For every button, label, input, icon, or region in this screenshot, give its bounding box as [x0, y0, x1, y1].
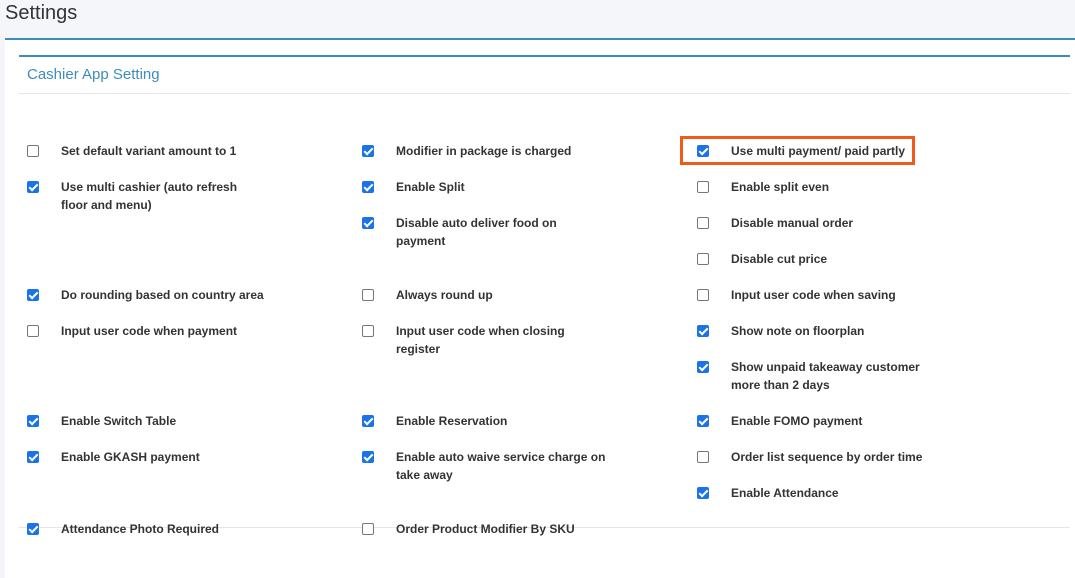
- checkbox-checked[interactable]: [362, 217, 374, 229]
- checkbox-unchecked[interactable]: [697, 181, 709, 193]
- checkbox-checked[interactable]: [697, 361, 709, 373]
- option-input-user-code-closing-register[interactable]: Input user code when closing register: [362, 322, 592, 358]
- option-always-round-up[interactable]: Always round up: [362, 286, 662, 304]
- section-title: Cashier App Setting: [27, 66, 160, 83]
- option-label: Attendance Photo Required: [61, 522, 220, 536]
- option-label: Order list sequence by order time: [731, 450, 923, 464]
- option-enable-split[interactable]: Enable Split: [362, 178, 662, 196]
- option-modifier-in-package-charged[interactable]: Modifier in package is charged: [362, 142, 662, 160]
- option-label: Show unpaid takeaway customer more than …: [731, 360, 920, 392]
- option-label: Enable auto waive service charge on take…: [396, 450, 606, 482]
- option-disable-cut-price[interactable]: Disable cut price: [697, 250, 997, 268]
- checkbox-unchecked[interactable]: [27, 145, 39, 157]
- option-label: Do rounding based on country area: [61, 288, 264, 302]
- option-label: Order Product Modifier By SKU: [396, 522, 575, 536]
- checkbox-unchecked[interactable]: [362, 325, 374, 337]
- option-input-user-code-saving[interactable]: Input user code when saving: [697, 286, 997, 304]
- option-label: Input user code when saving: [731, 288, 896, 302]
- checkbox-unchecked[interactable]: [697, 451, 709, 463]
- checkbox-checked[interactable]: [27, 181, 39, 193]
- option-label: Enable split even: [731, 180, 830, 194]
- option-label: Enable Switch Table: [61, 414, 177, 428]
- checkbox-unchecked[interactable]: [697, 217, 709, 229]
- checkbox-checked[interactable]: [27, 415, 39, 427]
- option-label: Input user code when payment: [61, 324, 238, 338]
- option-label: Show note on floorplan: [731, 324, 865, 338]
- option-label: Enable Reservation: [396, 414, 508, 428]
- option-use-multi-cashier[interactable]: Use multi cashier (auto refresh floor an…: [27, 178, 257, 214]
- option-label: Enable GKASH payment: [61, 450, 200, 464]
- checkbox-checked[interactable]: [697, 487, 709, 499]
- option-label: Disable manual order: [731, 216, 854, 230]
- checkbox-checked[interactable]: [27, 451, 39, 463]
- checkbox-checked[interactable]: [27, 523, 39, 535]
- option-label: Always round up: [396, 288, 493, 302]
- option-enable-attendance[interactable]: Enable Attendance: [697, 484, 997, 502]
- option-label: Enable FOMO payment: [731, 414, 863, 428]
- option-show-note-floorplan[interactable]: Show note on floorplan: [697, 322, 997, 340]
- checkbox-checked[interactable]: [27, 289, 39, 301]
- highlight-box: [680, 136, 915, 165]
- option-label: Set default variant amount to 1: [61, 144, 237, 158]
- checkbox-unchecked[interactable]: [697, 253, 709, 265]
- checkbox-unchecked[interactable]: [27, 325, 39, 337]
- option-input-user-code-payment[interactable]: Input user code when payment: [27, 322, 327, 340]
- option-disable-auto-deliver-food[interactable]: Disable auto deliver food on payment: [362, 214, 592, 250]
- option-label: Disable auto deliver food on payment: [396, 216, 557, 248]
- checkbox-unchecked[interactable]: [362, 289, 374, 301]
- option-order-list-sequence[interactable]: Order list sequence by order time: [697, 448, 997, 466]
- option-attendance-photo-required[interactable]: Attendance Photo Required: [27, 520, 327, 538]
- checkbox-checked[interactable]: [362, 451, 374, 463]
- option-label: Input user code when closing register: [396, 324, 565, 356]
- page-title: Settings: [5, 2, 78, 24]
- option-label: Enable Split: [396, 180, 465, 194]
- option-enable-gkash-payment[interactable]: Enable GKASH payment: [27, 448, 327, 466]
- option-enable-reservation[interactable]: Enable Reservation: [362, 412, 662, 430]
- option-label: Enable Attendance: [731, 486, 839, 500]
- option-label: Modifier in package is charged: [396, 144, 572, 158]
- checkbox-checked[interactable]: [697, 325, 709, 337]
- option-do-rounding[interactable]: Do rounding based on country area: [27, 286, 327, 304]
- option-disable-manual-order[interactable]: Disable manual order: [697, 214, 997, 232]
- option-enable-auto-waive-service-charge[interactable]: Enable auto waive service charge on take…: [362, 448, 607, 484]
- option-label: Disable cut price: [731, 252, 828, 266]
- checkbox-unchecked[interactable]: [697, 289, 709, 301]
- checkbox-checked[interactable]: [362, 415, 374, 427]
- checkbox-checked[interactable]: [697, 415, 709, 427]
- option-enable-switch-table[interactable]: Enable Switch Table: [27, 412, 327, 430]
- option-set-default-variant-amount[interactable]: Set default variant amount to 1: [27, 142, 327, 160]
- option-enable-fomo-payment[interactable]: Enable FOMO payment: [697, 412, 997, 430]
- option-show-unpaid-takeaway[interactable]: Show unpaid takeaway customer more than …: [697, 358, 942, 394]
- option-label: Use multi cashier (auto refresh floor an…: [61, 180, 238, 212]
- option-enable-split-even[interactable]: Enable split even: [697, 178, 997, 196]
- checkbox-checked[interactable]: [362, 145, 374, 157]
- checkbox-unchecked[interactable]: [362, 523, 374, 535]
- section-divider: [19, 93, 1070, 94]
- option-order-product-modifier-by-sku[interactable]: Order Product Modifier By SKU: [362, 520, 662, 538]
- page-header: Settings: [0, 0, 1075, 36]
- checkbox-checked[interactable]: [362, 181, 374, 193]
